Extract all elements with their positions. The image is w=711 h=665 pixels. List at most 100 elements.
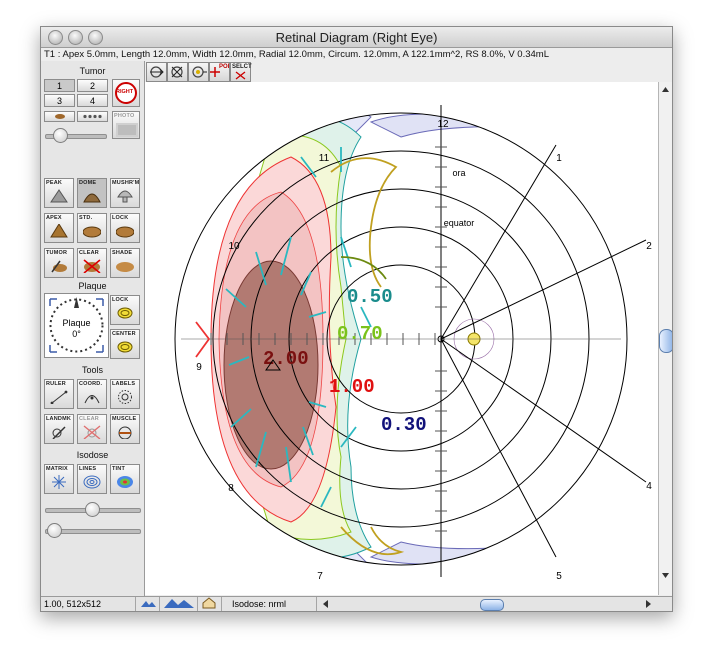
clear-tools-button[interactable]: CLEAR (77, 414, 107, 444)
isodose-label-200: 2.00 (263, 348, 309, 370)
tumor-1-button[interactable]: 1 (44, 79, 75, 92)
tumor-3-button[interactable]: 3 (44, 94, 75, 107)
shade-label: SHADE (112, 250, 133, 256)
isodose-heading: Isodose (76, 450, 109, 460)
standard-label: STD. (79, 215, 93, 221)
landmark-button[interactable]: LANDMK (44, 414, 74, 444)
move-tool-button[interactable] (146, 62, 167, 82)
clock-label-5: 5 (556, 571, 562, 582)
retinal-diagram[interactable]: 12 1 2 3 4 5 6 7 8 9 10 11 ora equator 0… (145, 82, 658, 595)
select-x-icon (235, 71, 246, 80)
photo-button[interactable]: PHOTO (112, 111, 140, 139)
isodose-tint-icon (117, 476, 133, 488)
status-bar: 1.00, 512x512 Isodose: nrml (41, 596, 672, 611)
standard-button[interactable]: STD. (77, 213, 107, 243)
clear-tumor-icon (83, 259, 101, 273)
multi-view-button[interactable] (77, 111, 108, 122)
coordinate-button[interactable]: COORD. (77, 379, 107, 409)
clock-label-10: 10 (228, 241, 240, 252)
clear-tools-icon (83, 425, 101, 439)
dome-button[interactable]: DOME (77, 178, 107, 208)
plaque-dial[interactable]: Plaque 0° (44, 293, 109, 358)
select-button[interactable]: SELCT (230, 62, 252, 82)
lock-shape-button[interactable]: LOCK (110, 213, 140, 243)
tumor-slider-knob[interactable] (53, 128, 68, 143)
isodose-label-100: 1.00 (329, 376, 375, 398)
muscle-icon (118, 426, 132, 439)
horizontal-scrollbar[interactable] (334, 597, 640, 611)
mushroom-label: MUSHR'M (112, 180, 140, 186)
vertical-scrollbar[interactable] (658, 82, 672, 595)
muscle-button[interactable]: MUSCLE (110, 414, 140, 444)
scroll-left-arrow-icon[interactable] (320, 598, 332, 610)
photo-icon (116, 123, 138, 137)
multi-dot-icon (82, 114, 102, 119)
focus-tool-button[interactable] (188, 62, 209, 82)
tumor-2-button[interactable]: 2 (77, 79, 108, 92)
poi-label: POI (219, 64, 230, 70)
matrix-button[interactable]: MATRIX (44, 464, 74, 494)
scroll-down-arrow-icon[interactable] (659, 570, 672, 582)
window-title: Retinal Diagram (Right Eye) (275, 30, 438, 45)
tumor-slider[interactable] (45, 128, 107, 143)
labels-dial-icon (118, 390, 132, 404)
isodose-slider-1-knob[interactable] (85, 502, 100, 517)
dome-icon (83, 193, 101, 203)
muscle-label: MUSCLE (112, 416, 137, 422)
shade-icon (116, 262, 134, 272)
app-window: Retinal Diagram (Right Eye) T1 : Apex 5.… (40, 26, 673, 612)
peak-button[interactable]: PEAK (44, 178, 74, 208)
large-mountain-button[interactable] (160, 597, 198, 611)
poi-button[interactable]: POI (209, 62, 230, 82)
apex-label: APEX (46, 215, 62, 221)
clear-tumor-button[interactable]: CLEAR (77, 248, 107, 278)
home-button[interactable] (198, 597, 222, 611)
lines-button[interactable]: LINES (77, 464, 107, 494)
equator-label: equator (444, 218, 475, 228)
plaque-center-icon (117, 341, 133, 353)
apex-icon (50, 224, 68, 238)
plaque-lock-label: LOCK (112, 297, 129, 303)
rotate-tool-button[interactable] (167, 62, 188, 82)
ruler-button[interactable]: RULER (44, 379, 74, 409)
scroll-up-arrow-icon[interactable] (659, 84, 672, 96)
ruler-label: RULER (46, 381, 66, 387)
small-mountain-button[interactable] (136, 597, 160, 611)
shade-button[interactable]: SHADE (110, 248, 140, 278)
tools-heading: Tools (81, 365, 103, 375)
clock-label-7: 7 (317, 571, 323, 582)
isodose-slider-2[interactable] (45, 523, 141, 538)
single-view-button[interactable] (44, 111, 75, 122)
dome-label: DOME (79, 180, 97, 186)
lock-shape-label: LOCK (112, 215, 129, 221)
plaque-lock-button[interactable]: LOCK (110, 295, 140, 325)
lines-label: LINES (79, 466, 97, 472)
large-mountain-icon (164, 599, 194, 608)
tumor-draw-button[interactable]: TUMOR (44, 248, 74, 278)
isodose-label-050: 0.50 (347, 286, 393, 308)
isodose-slider-1[interactable] (45, 502, 141, 517)
single-dot-icon (54, 114, 65, 119)
clear-tools-label: CLEAR (79, 416, 99, 422)
coordinate-icon (84, 395, 100, 404)
vertical-scroll-thumb[interactable] (659, 329, 672, 353)
tint-button[interactable]: TINT (110, 464, 140, 494)
isodose-slider-2-knob[interactable] (47, 523, 62, 538)
mushroom-button[interactable]: MUSHR'M (110, 178, 140, 208)
scroll-right-arrow-icon[interactable] (642, 598, 654, 610)
apex-button[interactable]: APEX (44, 213, 74, 243)
rotate-eye-icon (171, 66, 183, 78)
photo-label: PHOTO (114, 113, 135, 119)
clock-label-2: 2 (646, 241, 652, 252)
clear-tumor-label: CLEAR (79, 250, 99, 256)
tumor-4-button[interactable]: 4 (77, 94, 108, 107)
right-eye-button[interactable]: RIGHT (112, 79, 140, 107)
tumor-draw-label: TUMOR (46, 250, 68, 256)
mushroom-icon (117, 190, 133, 203)
ruler-icon (50, 390, 68, 404)
plaque-center-button[interactable]: CENTER (110, 329, 140, 359)
landmark-label: LANDMK (46, 416, 72, 422)
horizontal-scroll-thumb[interactable] (480, 599, 504, 611)
retinal-diagram-canvas[interactable]: 12 1 2 3 4 5 6 7 8 9 10 11 ora equator 0… (145, 82, 658, 595)
labels-button[interactable]: LABELS (110, 379, 140, 409)
